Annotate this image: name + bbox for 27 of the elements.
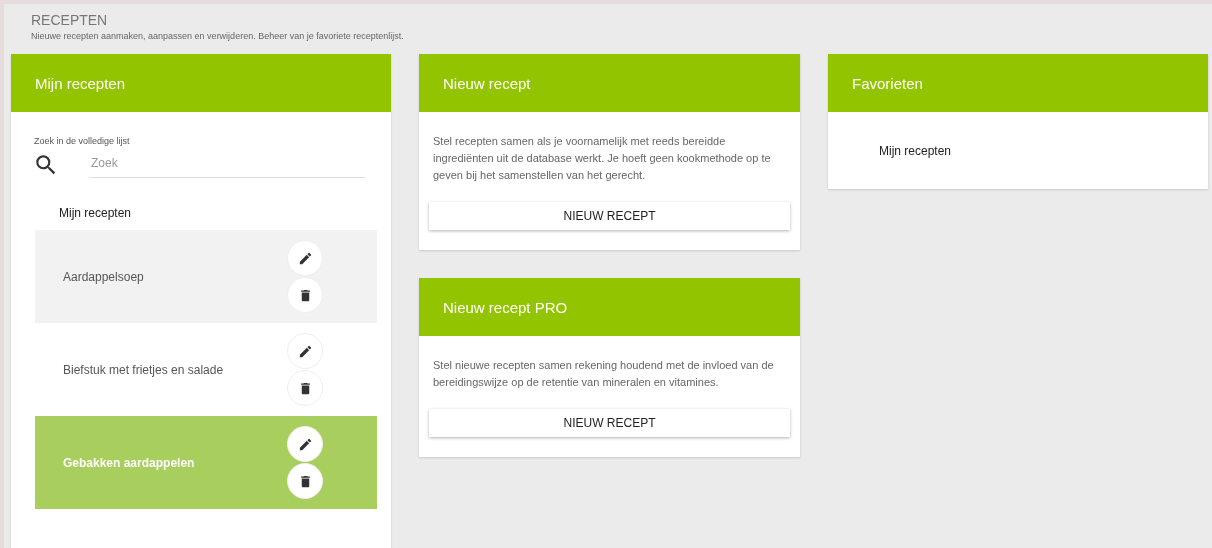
recipe-name: Biefstuk met frietjes en salade: [63, 362, 224, 377]
card-description: Stel nieuwe recepten samen rekening houdend met de invloed van de bereidingswijze op de retentie van mineralen en vitamines.: [432, 358, 775, 390]
new-recipe-button[interactable]: NIEUW RECEPT: [429, 202, 790, 230]
search-label: Zoek in de volledige lijst: [34, 136, 131, 146]
pencil-icon: [297, 436, 313, 452]
recipe-name: Aardappelsoep: [63, 269, 144, 284]
pencil-icon: [297, 250, 313, 266]
edit-button[interactable]: [287, 426, 323, 462]
recipe-name: Gebakken aardappelen: [63, 455, 195, 470]
edit-button[interactable]: [287, 240, 323, 276]
edit-button[interactable]: [287, 333, 323, 369]
delete-button[interactable]: [287, 277, 323, 313]
new-recipe-button[interactable]: NIEUW RECEPT: [429, 409, 790, 437]
page-title: RECEPTEN: [31, 12, 109, 28]
list-heading: Mijn recepten: [59, 206, 133, 220]
card-header: Mijn recepten: [11, 54, 391, 112]
card-header: Nieuw recept: [419, 54, 800, 112]
card-header: Nieuw recept PRO: [419, 278, 800, 336]
page-subtitle: Nieuwe recepten aanmaken, aanpassen en verwijderen. Beheer van je favoriete receptenlijst.: [31, 31, 405, 41]
card-description: Stel recepten samen als je voornamelijk met reeds bereidde ingrediënten uit de database werkt. Je hoeft geen kookmethode op te geven bij het samenstellen van het gerecht.: [432, 134, 772, 183]
recipe-row[interactable]: Aardappelsoep: [35, 230, 377, 323]
favorite-item[interactable]: Mijn recepten: [828, 112, 1208, 189]
delete-button[interactable]: [287, 463, 323, 499]
pencil-icon: [297, 343, 313, 359]
card-header: Favorieten: [828, 54, 1208, 112]
search-field[interactable]: Zoek: [89, 152, 365, 178]
delete-button[interactable]: [287, 370, 323, 406]
